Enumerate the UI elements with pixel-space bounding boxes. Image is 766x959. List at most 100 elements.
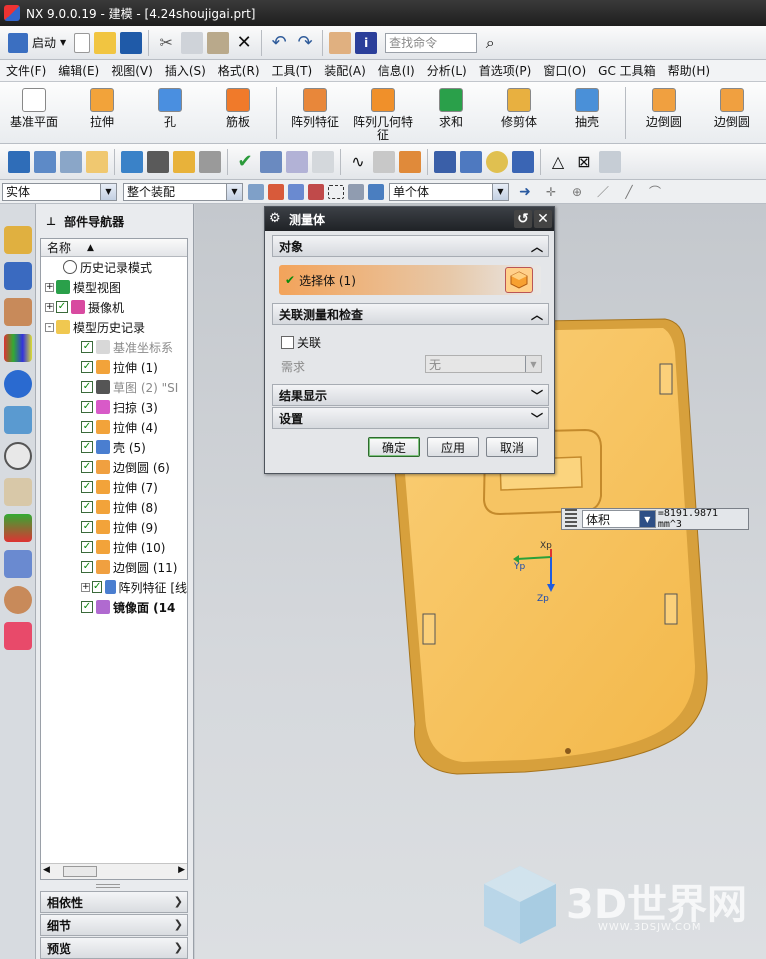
tree-row[interactable]: ✓ 拉伸 (1) — [41, 357, 187, 377]
expand-icon[interactable]: + — [45, 302, 54, 312]
object-group-header[interactable]: 对象 ︿ — [272, 235, 549, 257]
part-navigator-icon[interactable] — [4, 298, 32, 326]
copy-icon[interactable] — [181, 31, 204, 54]
wave-link-icon[interactable] — [173, 150, 195, 173]
preview-section[interactable]: 预览 ❯ — [40, 937, 188, 959]
dialog-title-bar[interactable]: ⚙ 测量体 ↺ ✕ — [265, 207, 554, 231]
measure-icon[interactable] — [399, 150, 421, 173]
expand-icon[interactable]: + — [81, 582, 90, 592]
menu-information[interactable]: 信息(I) — [372, 62, 421, 79]
surface-icon[interactable] — [373, 150, 395, 173]
point-snap-icon[interactable]: ✛ — [540, 181, 562, 203]
visibility-checkbox[interactable]: ✓ — [81, 481, 93, 493]
tree-row[interactable]: ✓ 拉伸 (7) — [41, 477, 187, 497]
web-browser-icon[interactable] — [4, 406, 32, 434]
tree-row[interactable]: 历史记录模式 — [41, 257, 187, 277]
history-icon[interactable] — [4, 442, 32, 470]
feature-button-2[interactable]: 孔 — [136, 84, 204, 142]
drag-handle-icon[interactable] — [565, 509, 577, 529]
tree-row[interactable]: ✓ 边倒圆 (11) — [41, 557, 187, 577]
tree-row[interactable]: ✓ 壳 (5) — [41, 437, 187, 457]
tree-row[interactable]: ✓ 拉伸 (4) — [41, 417, 187, 437]
visibility-checkbox[interactable]: ✓ — [81, 341, 93, 353]
curve-snap-icon[interactable]: ╱ — [618, 181, 640, 203]
scroll-right-icon[interactable]: ▶ — [178, 865, 185, 875]
feature-button-9[interactable]: 边倒圆 — [630, 84, 698, 142]
cylinder-icon[interactable] — [434, 150, 456, 173]
scroll-thumb[interactable] — [63, 866, 97, 877]
name-column-header[interactable]: 名称 ▲ — [41, 239, 187, 257]
rectangle-select-icon[interactable] — [328, 184, 344, 199]
cut-icon[interactable]: ✂ — [155, 32, 177, 54]
annotation-icon[interactable] — [86, 150, 108, 173]
csys-analysis-icon[interactable] — [312, 150, 334, 173]
menu-tools[interactable]: 工具(T) — [266, 62, 319, 79]
collapse-icon[interactable]: - — [45, 322, 54, 332]
deselect-icon[interactable] — [308, 183, 324, 200]
menu-assemblies[interactable]: 装配(A) — [318, 62, 372, 79]
snap-view-icon[interactable] — [8, 150, 30, 173]
manufacturing-wizard-icon[interactable] — [4, 550, 32, 578]
visibility-checkbox[interactable]: ✓ — [81, 521, 93, 533]
close-icon[interactable]: ✕ — [534, 210, 552, 228]
tree-row[interactable]: + ✓ 阵列特征 [线 — [41, 577, 187, 597]
body-icon[interactable] — [368, 183, 384, 200]
ok-button[interactable]: 确定 — [368, 437, 420, 457]
menu-insert[interactable]: 插入(S) — [159, 62, 212, 79]
results-display-group-header[interactable]: 结果显示 ﹀ — [272, 384, 549, 406]
menu-file[interactable]: 文件(F) — [0, 62, 52, 79]
tree-row[interactable]: - 模型历史记录 — [41, 317, 187, 337]
visibility-checkbox[interactable]: ✓ — [92, 581, 103, 593]
horizontal-scrollbar[interactable]: ◀ ▶ — [41, 863, 187, 879]
paste-icon[interactable] — [207, 31, 230, 54]
system-materials-icon[interactable] — [4, 478, 32, 506]
bearing-icon[interactable] — [486, 150, 508, 173]
feature-button-6[interactable]: 求和 — [417, 84, 485, 142]
visibility-checkbox[interactable]: ✓ — [81, 401, 93, 413]
part-check-icon[interactable] — [260, 150, 282, 173]
new-file-icon[interactable] — [74, 32, 91, 53]
body-cube-icon[interactable] — [505, 267, 533, 293]
feature-button-8[interactable]: 抽壳 — [553, 84, 621, 142]
scope-select[interactable]: 整个装配 ▼ — [123, 182, 243, 201]
menu-view[interactable]: 视图(V) — [105, 62, 159, 79]
gear-group-icon[interactable] — [199, 150, 221, 173]
list-check-icon[interactable] — [286, 150, 308, 173]
info-window-icon[interactable]: i — [355, 31, 378, 54]
delete-icon[interactable]: ✕ — [233, 32, 255, 54]
undo-icon[interactable]: ↶ — [268, 32, 290, 54]
reuse-library-icon[interactable] — [4, 334, 32, 362]
start-icon[interactable] — [8, 32, 28, 53]
visibility-checkbox[interactable]: ✓ — [81, 361, 93, 373]
reset-icon[interactable]: ↺ — [514, 210, 532, 228]
process-studio-icon[interactable] — [4, 514, 32, 542]
visibility-checkbox[interactable]: ✓ — [81, 601, 93, 613]
gear-icon[interactable] — [512, 150, 534, 173]
menu-gc-toolkit[interactable]: GC 工具箱 — [592, 62, 662, 79]
mesh-icon[interactable] — [599, 150, 621, 173]
select-all-icon[interactable] — [288, 183, 304, 200]
feature-button-3[interactable]: 筋板 — [204, 84, 272, 142]
cancel-button[interactable]: 取消 — [486, 437, 538, 457]
visibility-checkbox[interactable]: ✓ — [81, 441, 93, 453]
apply-button[interactable]: 应用 — [427, 437, 479, 457]
visibility-checkbox[interactable]: ✓ — [81, 561, 93, 573]
line-snap-icon[interactable]: ／ — [592, 181, 614, 203]
feature-button-7[interactable]: 修剪体 — [485, 84, 553, 142]
feature-button-5[interactable]: 阵列几何特征 — [349, 84, 417, 142]
assembly-navigator-icon[interactable] — [4, 226, 32, 254]
tree-row[interactable]: ✓ 边倒圆 (6) — [41, 457, 187, 477]
redo-icon[interactable]: ↷ — [294, 32, 316, 54]
menu-window[interactable]: 窗口(O) — [537, 62, 592, 79]
menu-edit[interactable]: 编辑(E) — [52, 62, 105, 79]
search-icon[interactable]: ⌕ — [479, 32, 501, 54]
tree-row[interactable]: ✓ 基准坐标系 — [41, 337, 187, 357]
end-point-icon[interactable]: ⊕ — [566, 181, 588, 203]
touch-mode-icon[interactable] — [329, 31, 352, 54]
menu-analysis[interactable]: 分析(L) — [421, 62, 473, 79]
pin-icon[interactable]: ⊥ — [46, 215, 56, 228]
associative-group-header[interactable]: 关联测量和检查 ︿ — [272, 303, 549, 325]
assembly-icon[interactable] — [121, 150, 143, 173]
tree-row[interactable]: ✓ 草图 (2) "SI — [41, 377, 187, 397]
requirement-select[interactable]: 无 ▼ — [425, 355, 542, 373]
